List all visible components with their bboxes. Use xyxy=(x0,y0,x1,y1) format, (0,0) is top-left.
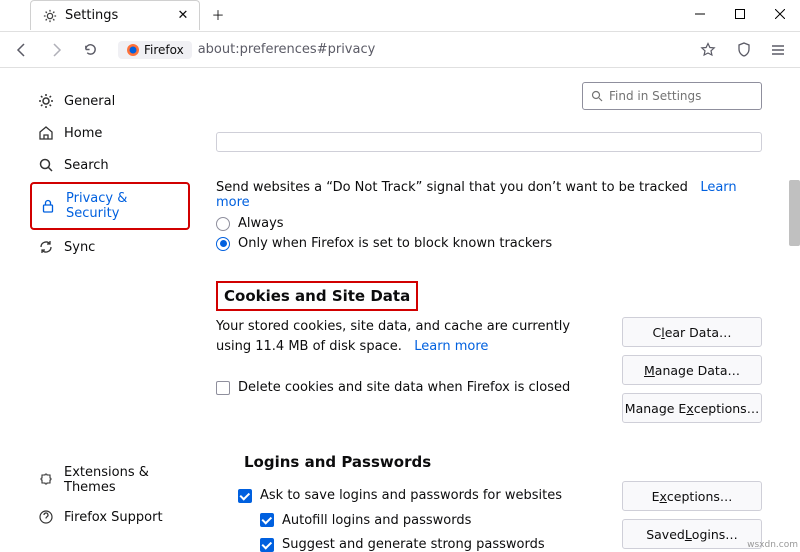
dnt-only-blocking-radio[interactable]: Only when Firefox is set to block known … xyxy=(216,236,762,251)
search-icon xyxy=(591,90,603,102)
maximize-button[interactable] xyxy=(720,0,760,28)
content-area: General Home Search Privacy & Security S… xyxy=(0,68,800,552)
checkbox-icon xyxy=(260,513,274,527)
sidebar-item-label: Firefox Support xyxy=(64,510,163,525)
checkbox-icon xyxy=(216,381,230,395)
cookies-section-title: Cookies and Site Data xyxy=(216,281,418,311)
checkbox-label: Autofill logins and passwords xyxy=(282,511,471,531)
gear-icon xyxy=(38,93,54,109)
logins-section-title: Logins and Passwords xyxy=(238,449,437,475)
back-button[interactable] xyxy=(8,36,36,64)
settings-sidebar: General Home Search Privacy & Security S… xyxy=(0,68,200,552)
help-icon xyxy=(38,509,54,525)
delete-on-close-checkbox[interactable]: Delete cookies and site data when Firefo… xyxy=(216,378,592,398)
bookmark-star-icon[interactable] xyxy=(700,42,716,58)
main-panel: Find in Settings Send websites a “Do Not… xyxy=(200,68,800,552)
toolbar: Firefox about:preferences#privacy xyxy=(0,32,800,68)
forward-button[interactable] xyxy=(42,36,70,64)
radio-label: Always xyxy=(238,216,284,231)
tab-title: Settings xyxy=(65,8,118,23)
sidebar-item-search[interactable]: Search xyxy=(30,150,190,180)
tab-settings[interactable]: Settings ✕ xyxy=(30,0,200,30)
radio-icon xyxy=(216,217,230,231)
menu-button[interactable] xyxy=(764,36,792,64)
firefox-icon xyxy=(126,43,140,57)
saved-logins-button[interactable]: Saved Logins… xyxy=(622,519,762,549)
checkbox-icon xyxy=(238,489,252,503)
sync-icon xyxy=(38,239,54,255)
sidebar-item-privacy[interactable]: Privacy & Security xyxy=(30,182,190,230)
minimize-button[interactable] xyxy=(680,0,720,28)
search-icon xyxy=(38,157,54,173)
shield-icon[interactable] xyxy=(730,36,758,64)
sidebar-item-home[interactable]: Home xyxy=(30,118,190,148)
manage-data-button[interactable]: Manage Data… xyxy=(622,355,762,385)
close-window-button[interactable] xyxy=(760,0,800,28)
gear-icon xyxy=(43,9,57,23)
sidebar-item-sync[interactable]: Sync xyxy=(30,232,190,262)
cookies-description: Your stored cookies, site data, and cach… xyxy=(216,319,570,354)
url-pill-label: Firefox xyxy=(144,43,184,57)
radio-icon xyxy=(216,237,230,251)
close-tab-icon[interactable]: ✕ xyxy=(175,8,191,23)
reload-button[interactable] xyxy=(76,36,104,64)
manage-exceptions-button[interactable]: Manage Exceptions… xyxy=(622,393,762,423)
radio-label: Only when Firefox is set to block known … xyxy=(238,236,552,251)
cookies-learn-more-link[interactable]: Learn more xyxy=(414,339,488,354)
sidebar-item-label: Extensions & Themes xyxy=(64,465,182,495)
firefox-pill: Firefox xyxy=(118,41,192,59)
lock-icon xyxy=(40,198,56,214)
sidebar-item-label: Sync xyxy=(64,240,95,255)
autofill-logins-checkbox[interactable]: Autofill logins and passwords xyxy=(260,511,592,531)
home-icon xyxy=(38,125,54,141)
sidebar-item-label: General xyxy=(64,94,115,109)
tab-strip: Settings ✕ ＋ xyxy=(0,0,800,32)
sidebar-item-label: Home xyxy=(64,126,102,141)
find-in-settings-input[interactable]: Find in Settings xyxy=(582,82,762,110)
text-input[interactable] xyxy=(216,132,762,152)
checkbox-label: Delete cookies and site data when Firefo… xyxy=(238,378,570,398)
dnt-always-radio[interactable]: Always xyxy=(216,216,762,231)
checkbox-icon xyxy=(260,538,274,552)
puzzle-icon xyxy=(38,472,54,488)
new-tab-button[interactable]: ＋ xyxy=(204,0,232,28)
sidebar-item-label: Privacy & Security xyxy=(66,191,180,221)
search-placeholder: Find in Settings xyxy=(609,89,701,103)
sidebar-extensions[interactable]: Extensions & Themes xyxy=(30,458,190,502)
url-text: about:preferences#privacy xyxy=(198,42,376,57)
sidebar-support[interactable]: Firefox Support xyxy=(30,502,190,532)
checkbox-label: Ask to save logins and passwords for web… xyxy=(260,486,562,506)
suggest-passwords-checkbox[interactable]: Suggest and generate strong passwords xyxy=(260,535,592,552)
url-bar[interactable]: Firefox about:preferences#privacy xyxy=(118,36,716,64)
watermark: wsxdn.com xyxy=(747,540,798,550)
logins-exceptions-button[interactable]: Exceptions… xyxy=(622,481,762,511)
sidebar-item-general[interactable]: General xyxy=(30,86,190,116)
sidebar-item-label: Search xyxy=(64,158,109,173)
checkbox-label: Suggest and generate strong passwords xyxy=(282,535,545,552)
dnt-description: Send websites a “Do Not Track” signal th… xyxy=(216,180,762,210)
scrollbar-thumb[interactable] xyxy=(789,180,800,246)
clear-data-button[interactable]: Clear Data… xyxy=(622,317,762,347)
ask-save-logins-checkbox[interactable]: Ask to save logins and passwords for web… xyxy=(238,486,592,506)
